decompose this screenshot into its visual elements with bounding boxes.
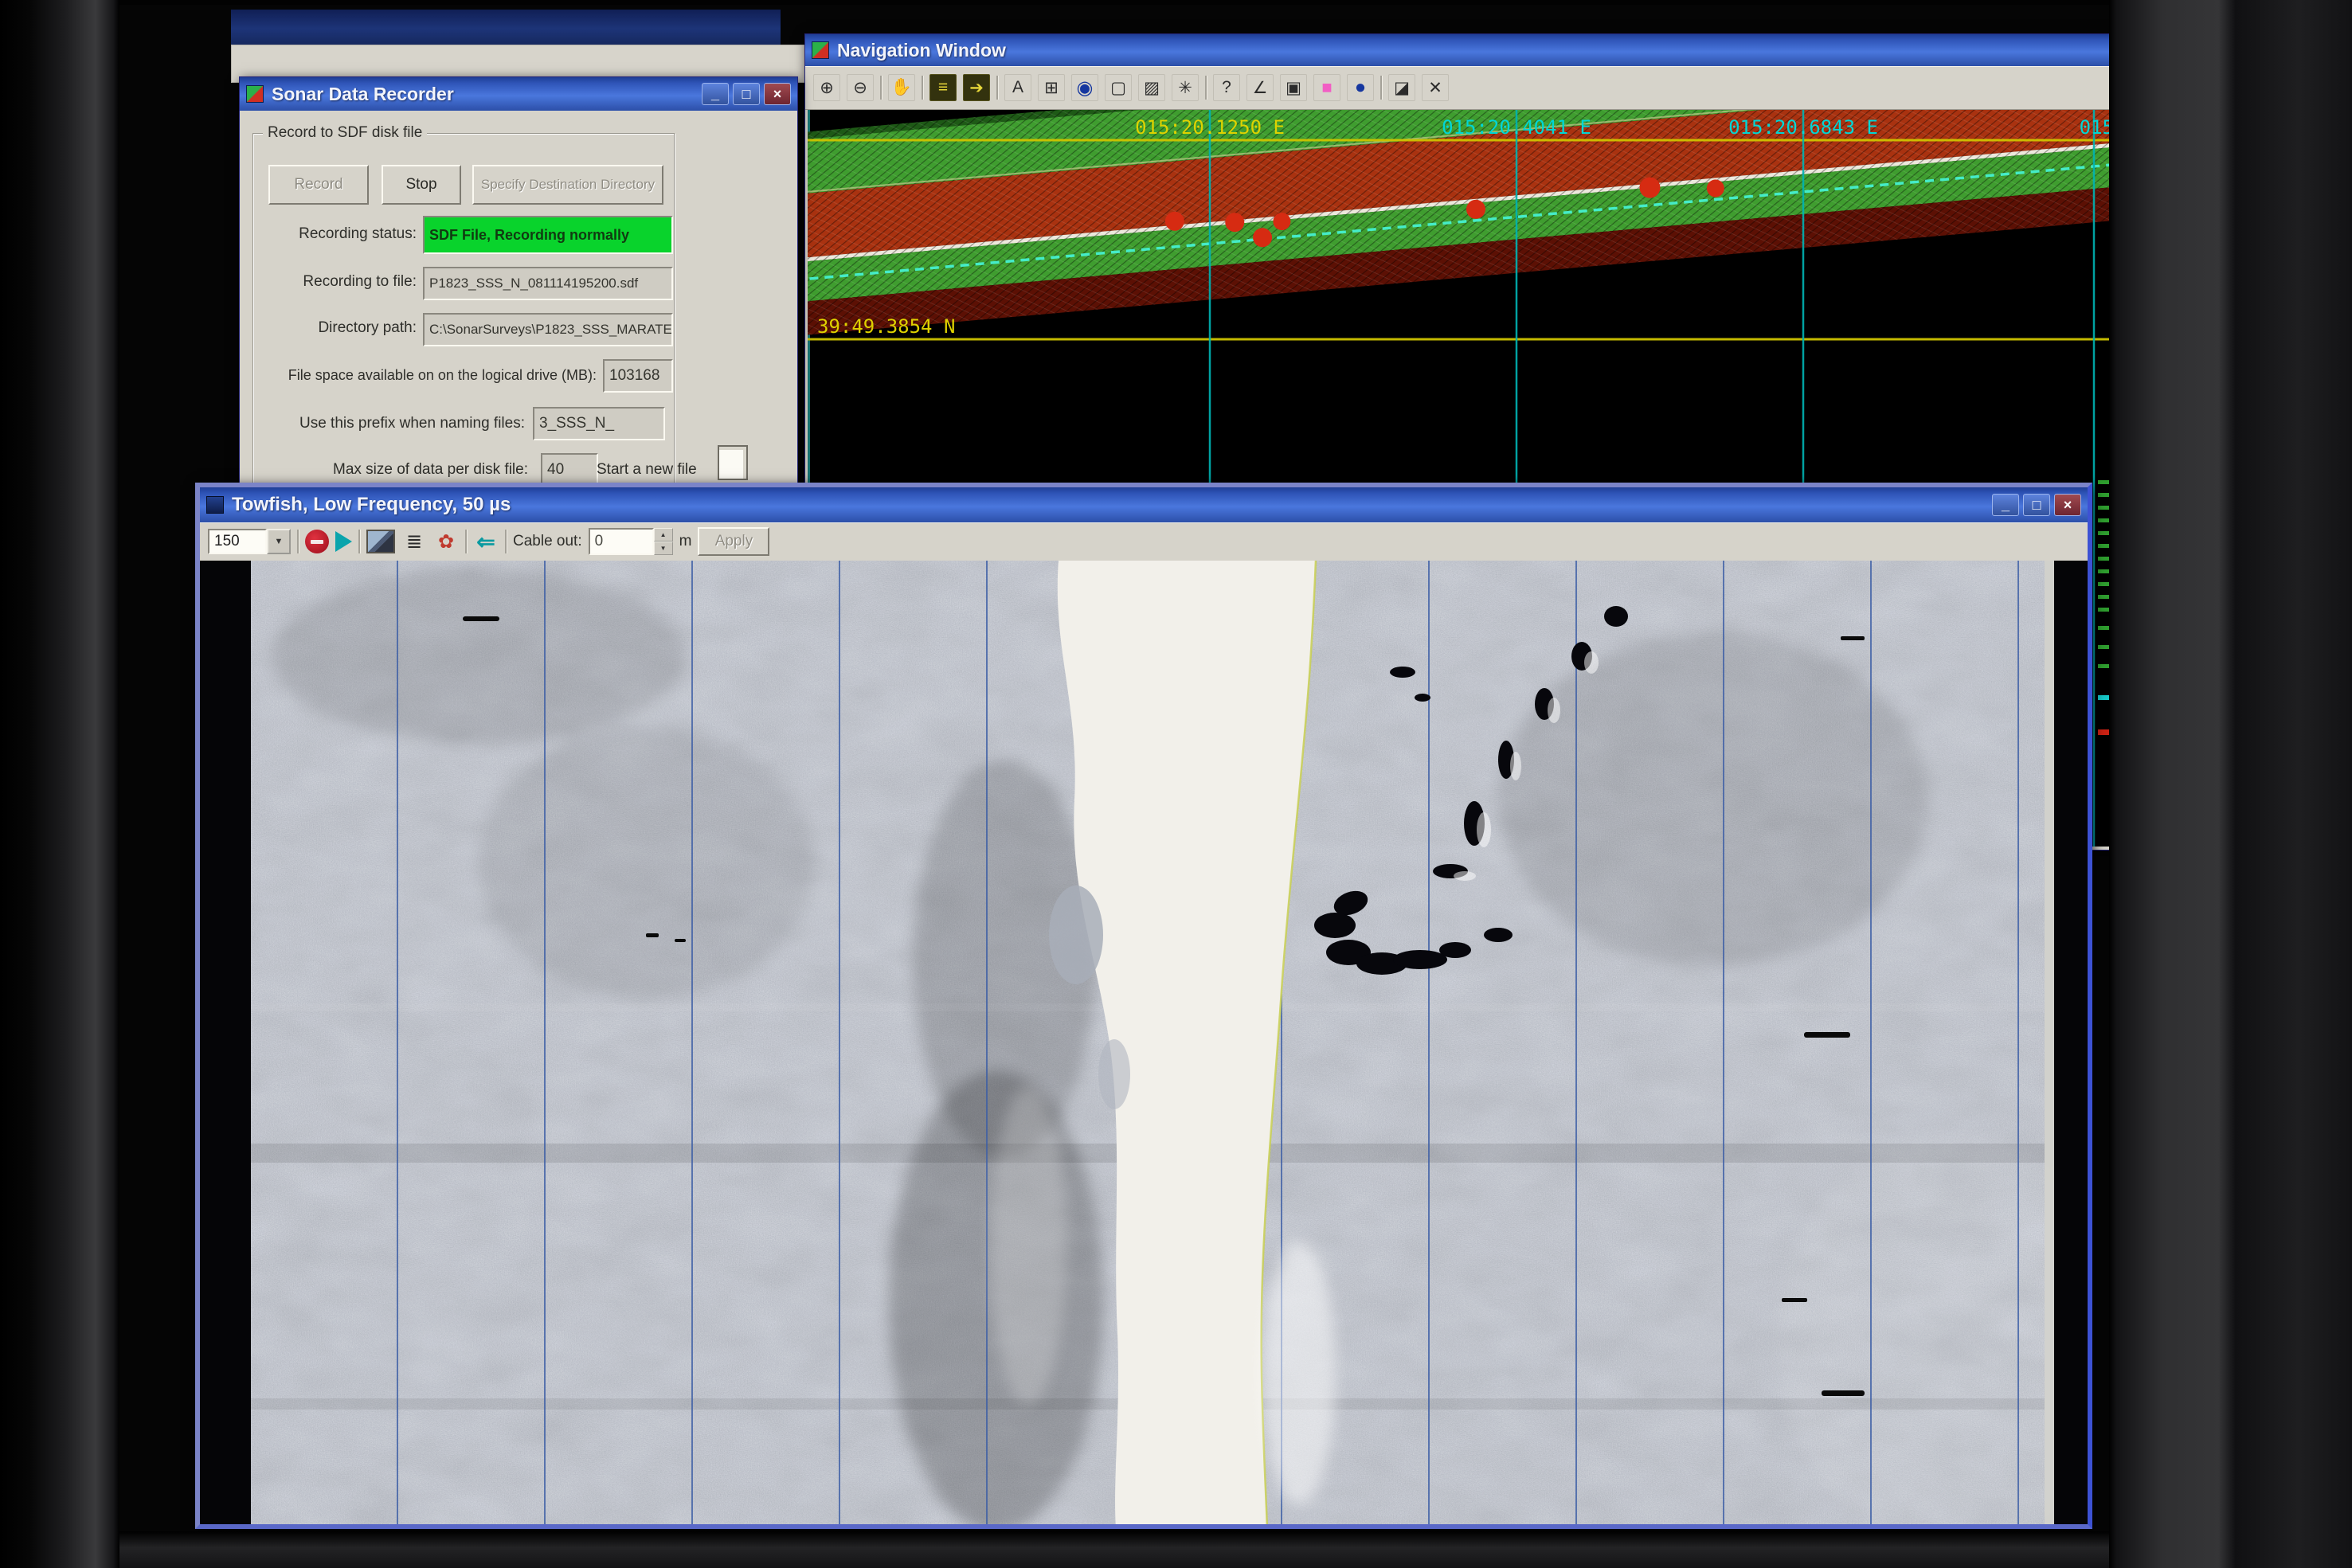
color-mark-icon[interactable]: ■ xyxy=(1313,74,1340,101)
monitor-screen: Navigation Window ⊕ ⊖ ✋ ≡ ➔ A ⊞ ◉ ▢ ▨ ✳ … xyxy=(119,5,2109,1531)
lon-label-partial: 015:20 xyxy=(2080,116,2109,139)
range-value: 150 xyxy=(208,529,267,554)
stop-button[interactable]: Stop xyxy=(382,165,461,205)
image-view-icon[interactable] xyxy=(366,530,395,553)
range-dropdown-arrow[interactable]: ▼ xyxy=(267,529,291,554)
event-mark-icon[interactable]: ✳ xyxy=(1172,74,1199,101)
record-group-label: Record to SDF disk file xyxy=(263,124,427,142)
max-size-value[interactable]: 40 xyxy=(541,453,598,487)
toolbar-separator xyxy=(465,530,467,553)
sonar-recorder-titlebar[interactable]: Sonar Data Recorder _ □ × xyxy=(240,77,797,111)
towfish-titlebar[interactable]: Towfish, Low Frequency, 50 µs _ □ × xyxy=(200,487,2088,522)
navigation-titlebar[interactable]: Navigation Window xyxy=(805,34,2109,66)
cable-arrow-icon[interactable]: ⇐ xyxy=(473,529,499,554)
file-space-label: File space available on on the logical d… xyxy=(249,367,597,384)
track-list-icon[interactable]: ≡ xyxy=(929,74,957,101)
query-cursor-icon[interactable]: ? xyxy=(1213,74,1240,101)
globe-icon[interactable]: ● xyxy=(1347,74,1374,101)
file-space-value: 103168 xyxy=(603,359,673,393)
navigation-title: Navigation Window xyxy=(837,40,1006,61)
pan-hand-icon[interactable]: ✋ xyxy=(888,74,915,101)
record-button[interactable]: Record xyxy=(268,165,369,205)
recording-file-label: Recording to file: xyxy=(256,273,417,291)
lon-label-3: 015:20.6843 E xyxy=(1728,116,1878,139)
navigation-toolbar: ⊕ ⊖ ✋ ≡ ➔ A ⊞ ◉ ▢ ▨ ✳ ? ∠ ▣ ■ ● xyxy=(805,66,2109,110)
minimize-button[interactable]: _ xyxy=(702,83,729,105)
towfish-title: Towfish, Low Frequency, 50 µs xyxy=(232,494,511,516)
sonar-recorder-window-icon xyxy=(246,85,264,103)
towfish-window-icon xyxy=(206,496,224,514)
recording-file-value[interactable]: P1823_SSS_N_081114195200.sdf xyxy=(423,267,673,300)
world-zoom-icon[interactable]: ◉ xyxy=(1071,74,1098,101)
snapshot-icon[interactable]: ▣ xyxy=(1280,74,1307,101)
close-button[interactable]: × xyxy=(2054,494,2081,516)
navigation-window-icon xyxy=(812,41,829,59)
specify-destination-button[interactable]: Specify Destination Directory xyxy=(472,165,663,205)
toolbar-separator xyxy=(1380,76,1382,100)
start-new-file-label: Start a new file xyxy=(597,461,697,479)
prefix-label: Use this prefix when naming files: xyxy=(280,415,525,432)
max-size-label: Max size of data per disk file: xyxy=(264,461,528,479)
towfish-window: Towfish, Low Frequency, 50 µs _ □ × 150 … xyxy=(195,483,2092,1529)
toolbar-separator xyxy=(1205,76,1207,100)
cable-out-spinner[interactable]: 0 ▲ ▼ xyxy=(589,528,673,555)
sonar-waterfall[interactable] xyxy=(200,561,2088,1529)
close-button[interactable]: × xyxy=(764,83,791,105)
toolbar-separator xyxy=(922,76,923,100)
zoom-in-icon[interactable]: ⊕ xyxy=(813,74,840,101)
text-annotation-icon[interactable]: A xyxy=(1004,74,1031,101)
display-settings-icon[interactable]: ≣ xyxy=(401,529,427,554)
maximize-button[interactable]: □ xyxy=(2023,494,2050,516)
prefix-value[interactable]: 3_SSS_N_ xyxy=(533,407,665,440)
new-file-icon[interactable] xyxy=(718,445,748,480)
minimize-button[interactable]: _ xyxy=(1992,494,2019,516)
monitor-bezel-left xyxy=(0,0,119,1568)
lon-label-2: 015:20.4041 E xyxy=(1442,116,1591,139)
recording-status-label: Recording status: xyxy=(256,225,417,243)
monitor-bezel-bottom xyxy=(119,1531,2109,1568)
toolbar-separator xyxy=(297,530,299,553)
cable-out-label: Cable out: xyxy=(513,533,582,550)
cable-out-value[interactable]: 0 xyxy=(589,528,654,555)
photo-of-monitor: Navigation Window ⊕ ⊖ ✋ ≡ ➔ A ⊞ ◉ ▢ ▨ ✳ … xyxy=(0,0,2352,1568)
recording-status-value: SDF File, Recording normally xyxy=(423,216,673,254)
lat-label: 39:49.3854 N xyxy=(817,315,955,338)
unit-label: m xyxy=(679,533,692,550)
toolbar-separator xyxy=(505,530,507,553)
toolbar-separator xyxy=(358,530,360,553)
sonar-data-recorder-window: Sonar Data Recorder _ □ × Record to SDF … xyxy=(239,76,798,524)
measure-icon[interactable]: ▨ xyxy=(1138,74,1165,101)
zoom-out-icon[interactable]: ⊖ xyxy=(847,74,874,101)
toolbar-separator xyxy=(996,76,998,100)
angle-tool-icon[interactable]: ∠ xyxy=(1246,74,1274,101)
maximize-button[interactable]: □ xyxy=(733,83,760,105)
spinner-up-icon[interactable]: ▲ xyxy=(654,528,673,542)
towfish-toolbar: 150 ▼ ≣ ✿ ⇐ Cable out: 0 ▲ ▼ xyxy=(200,522,2088,561)
eraser-icon[interactable]: ◪ xyxy=(1388,74,1415,101)
waterfall-image xyxy=(200,561,2088,1529)
directory-path-label: Directory path: xyxy=(256,319,417,337)
tile-view-icon[interactable]: ⊞ xyxy=(1038,74,1065,101)
lon-label-1: 015:20.1250 E xyxy=(1135,116,1285,139)
select-region-icon[interactable]: ▢ xyxy=(1105,74,1132,101)
play-icon[interactable] xyxy=(335,531,352,552)
monitor-bezel-right xyxy=(2109,0,2352,1568)
sonar-recorder-title: Sonar Data Recorder xyxy=(272,84,454,105)
stop-recording-icon[interactable] xyxy=(305,530,329,553)
spinner-down-icon[interactable]: ▼ xyxy=(654,542,673,555)
range-select[interactable]: 150 ▼ xyxy=(208,529,291,554)
background-window-titlebar xyxy=(231,10,781,45)
follow-vessel-icon[interactable]: ➔ xyxy=(963,74,990,101)
color-palette-icon[interactable]: ✿ xyxy=(433,529,459,554)
directory-path-value[interactable]: C:\SonarSurveys\P1823_SSS_MARATE xyxy=(423,313,673,346)
delete-cross-icon[interactable]: ✕ xyxy=(1422,74,1449,101)
apply-button[interactable]: Apply xyxy=(698,527,769,556)
toolbar-separator xyxy=(880,76,882,100)
nav-right-scale xyxy=(2098,480,2109,735)
